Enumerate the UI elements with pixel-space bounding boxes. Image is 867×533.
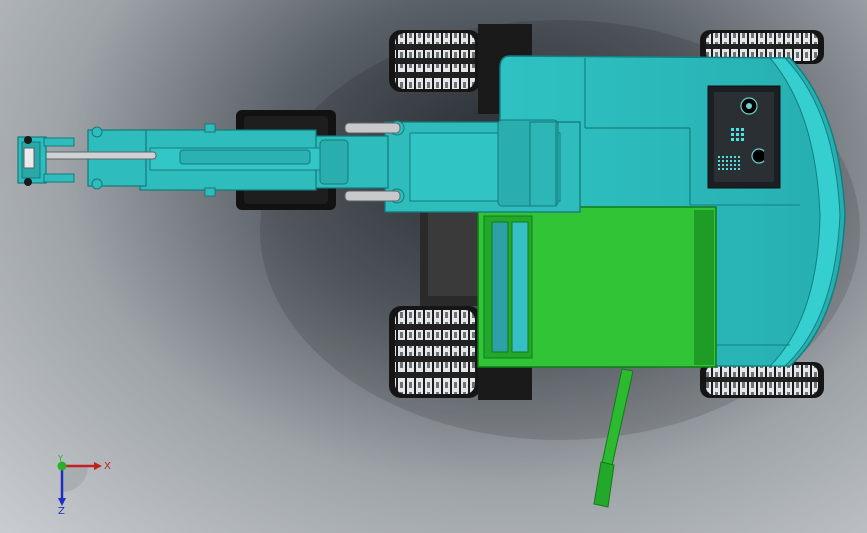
x-axis-arrowhead xyxy=(94,462,102,470)
3d-viewport[interactable]: X Y Z xyxy=(0,0,867,533)
engine-cover[interactable] xyxy=(477,206,717,368)
wheel-bottom-right xyxy=(700,362,824,398)
z-axis-label: Z xyxy=(58,506,65,517)
excavator-model[interactable] xyxy=(0,0,867,533)
orientation-triad[interactable]: X Y Z xyxy=(40,448,130,518)
control-panel xyxy=(707,85,781,189)
bucket-link[interactable] xyxy=(17,126,157,190)
z-axis-arrowhead xyxy=(58,498,66,506)
wheel-top-left xyxy=(389,30,481,92)
bucket-cylinder xyxy=(35,151,157,160)
joystick-icon xyxy=(751,148,767,164)
x-axis-label: X xyxy=(104,461,111,472)
y-axis-label: Y xyxy=(57,454,63,463)
wheel-bottom-left xyxy=(389,306,481,398)
